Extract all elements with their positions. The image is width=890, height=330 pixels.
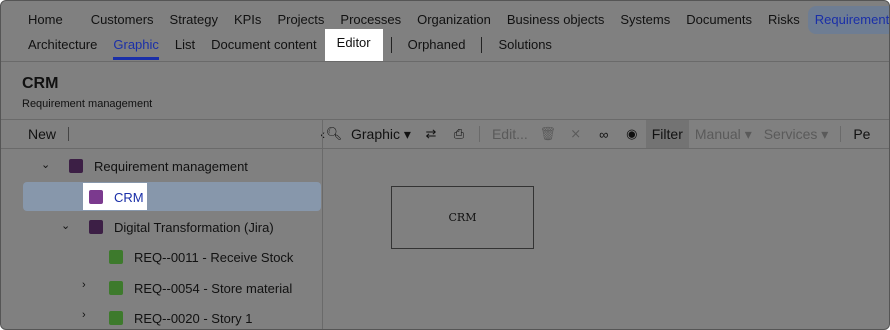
tree-item-label: Requirement management <box>94 158 248 174</box>
tab-separator <box>481 37 483 53</box>
link-icon[interactable]: ∞ <box>590 127 618 142</box>
page-title: CRM <box>22 75 59 92</box>
tree-item-requirement-management[interactable]: Requirement management <box>69 151 248 181</box>
tree-item-req-0011[interactable]: REQ--0011 - Receive Stock <box>109 242 293 272</box>
tree-item-label: Digital Transformation (Jira) <box>114 219 274 235</box>
requirement-folder-icon <box>89 190 103 204</box>
nav-risks[interactable]: Risks <box>760 6 808 34</box>
divider <box>1 148 323 149</box>
zoom-in-icon[interactable]: 🔍︎ <box>323 126 345 142</box>
manual-dropdown[interactable]: Manual ▾ <box>695 126 752 143</box>
requirement-icon <box>109 311 123 325</box>
divider <box>323 148 889 149</box>
tree-item-label: REQ--0054 - Store material <box>134 280 293 296</box>
tab-graphic[interactable]: Graphic <box>105 31 167 60</box>
caret-down-icon: ▾ <box>744 125 752 142</box>
tab-solutions[interactable]: Solutions <box>490 31 559 59</box>
page-subtitle: Requirement management <box>22 98 153 110</box>
caret-down-icon: ▾ <box>821 125 829 142</box>
tree-item-crm[interactable]: CRM <box>89 182 144 212</box>
truncated-toolbar-item[interactable]: Pe <box>853 126 870 142</box>
secondary-nav: Architecture Graphic List Document conte… <box>1 28 889 61</box>
tab-document-content[interactable]: Document content <box>203 31 325 59</box>
requirement-folder-icon <box>89 220 103 234</box>
tree-item-req-0054[interactable]: REQ--0054 - Store material <box>109 273 292 303</box>
tree-item-req-0020[interactable]: REQ--0020 - Story 1 <box>109 303 253 329</box>
nav-kpis[interactable]: KPIs <box>226 6 269 34</box>
nav-home[interactable]: Home <box>1 6 71 34</box>
filter-button[interactable]: Filter <box>645 120 689 148</box>
new-button[interactable]: New <box>28 126 56 142</box>
nav-strategy[interactable]: Strategy <box>162 6 226 34</box>
tree-toolbar: New ‹ <box>1 120 325 148</box>
tree-item-label: REQ--0011 - Receive Stock <box>134 249 294 265</box>
print-icon[interactable]: ⎙ <box>445 126 473 142</box>
toolbar-separator <box>840 126 842 142</box>
nav-business-objects[interactable]: Business objects <box>499 6 613 34</box>
edit-button[interactable]: Edit... <box>492 126 528 142</box>
diagram-node-label: CRM <box>448 211 477 224</box>
toolbar-separator <box>68 127 70 141</box>
divider <box>1 61 889 62</box>
tree-item-label: CRM <box>114 189 144 205</box>
services-dropdown-label: Services <box>763 125 818 142</box>
view-dropdown[interactable]: Graphic ▾ <box>351 126 411 143</box>
unlink-icon[interactable]: ⨯ <box>562 126 590 142</box>
delete-icon[interactable]: 🗑︎ <box>534 126 562 142</box>
caret-down-icon: ▾ <box>403 125 411 142</box>
tab-architecture[interactable]: Architecture <box>1 31 105 59</box>
graphic-toolbar: 🔍︎ Graphic ▾ ⇄ ⎙ Edit... 🗑︎ ⨯ ∞ ◉ Filter… <box>323 120 889 148</box>
diagram-node[interactable]: CRM <box>391 186 534 249</box>
tree-row-selected-background <box>23 182 321 211</box>
chevron-right-icon[interactable]: › <box>82 309 86 321</box>
nav-organization[interactable]: Organization <box>409 6 499 34</box>
chevron-down-icon[interactable]: ⌄ <box>61 219 70 232</box>
manual-dropdown-label: Manual <box>694 125 741 142</box>
refresh-icon[interactable]: ⇄ <box>417 126 445 142</box>
requirement-icon <box>109 281 123 295</box>
panel-splitter[interactable] <box>322 120 323 329</box>
nav-requirements[interactable]: Requirements <box>807 6 889 34</box>
tab-separator <box>390 37 392 53</box>
tree-item-digital-transformation[interactable]: Digital Transformation (Jira) <box>89 212 274 242</box>
nav-documents[interactable]: Documents <box>678 6 760 34</box>
nav-customers[interactable]: Customers <box>83 6 162 34</box>
nav-systems[interactable]: Systems <box>612 6 678 34</box>
tab-editor[interactable]: Editor <box>324 28 383 61</box>
chevron-right-icon[interactable]: › <box>82 279 86 291</box>
view-dropdown-label: Graphic <box>351 125 401 142</box>
services-dropdown[interactable]: Services ▾ <box>764 126 829 143</box>
tab-list[interactable]: List <box>167 31 203 59</box>
chevron-down-icon[interactable]: ⌄ <box>41 158 50 171</box>
app-window: Home Customers Strategy KPIs Projects Pr… <box>0 0 890 330</box>
requirement-folder-icon <box>69 159 83 173</box>
tab-orphaned[interactable]: Orphaned <box>400 31 474 59</box>
eye-icon[interactable]: ◉ <box>618 126 646 142</box>
requirement-icon <box>109 250 123 264</box>
tree-item-label: REQ--0020 - Story 1 <box>134 310 253 326</box>
nav-projects[interactable]: Projects <box>269 6 332 34</box>
toolbar-separator <box>478 126 480 142</box>
